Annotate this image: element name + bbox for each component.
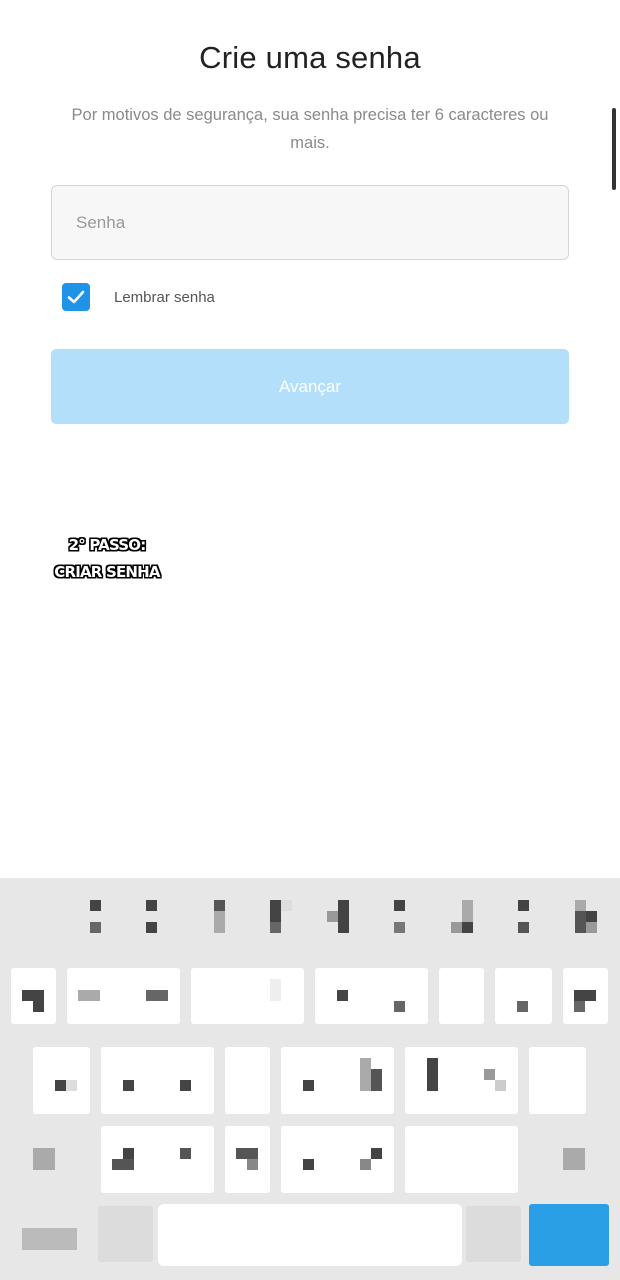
keyboard-key[interactable] [529, 1047, 586, 1114]
keyboard-key-right-mod[interactable] [563, 1148, 585, 1170]
keyboard-key[interactable] [405, 1047, 518, 1114]
keyboard-key[interactable] [495, 968, 552, 1024]
next-button[interactable]: Avançar [51, 349, 569, 424]
on-screen-keyboard[interactable] [0, 878, 620, 1280]
keyboard-key[interactable] [191, 968, 304, 1024]
keyboard-period-key[interactable] [466, 1206, 521, 1262]
keyboard-enter-key[interactable] [529, 1204, 609, 1266]
keyboard-key-left-mod[interactable] [33, 1148, 55, 1170]
keyboard-key[interactable] [563, 968, 608, 1024]
keyboard-key[interactable] [67, 968, 180, 1024]
step-annotation-line1: 2° PASSO: [68, 536, 147, 554]
scroll-indicator[interactable] [612, 108, 616, 190]
password-field[interactable] [51, 185, 569, 260]
page-title: Crie uma senha [199, 40, 421, 75]
keyboard-space-key[interactable] [158, 1204, 462, 1266]
step-annotation-line2: CRIAR SENHA [54, 563, 160, 581]
keyboard-key[interactable] [11, 968, 56, 1024]
step-annotation: 2° PASSO: CRIAR SENHA [52, 532, 162, 586]
checkmark-icon [67, 290, 85, 304]
page-subtitle: Por motivos de segurança, sua senha prec… [71, 106, 549, 152]
keyboard-key[interactable] [101, 1126, 214, 1193]
remember-password-checkbox[interactable] [62, 283, 90, 311]
password-input[interactable] [52, 186, 568, 259]
keyboard-key[interactable] [33, 1047, 90, 1114]
keyboard-key[interactable] [225, 1047, 270, 1114]
keyboard-key[interactable] [315, 968, 428, 1024]
keyboard-comma-key[interactable] [98, 1206, 153, 1262]
keyboard-key[interactable] [281, 1126, 394, 1193]
keyboard-symbol-key[interactable] [22, 1228, 77, 1250]
keyboard-key[interactable] [405, 1126, 518, 1193]
keyboard-key[interactable] [101, 1047, 214, 1114]
keyboard-key[interactable] [281, 1047, 394, 1114]
keyboard-key[interactable] [439, 968, 484, 1024]
remember-password-label[interactable]: Lembrar senha [114, 289, 215, 306]
keyboard-key[interactable] [225, 1126, 270, 1193]
